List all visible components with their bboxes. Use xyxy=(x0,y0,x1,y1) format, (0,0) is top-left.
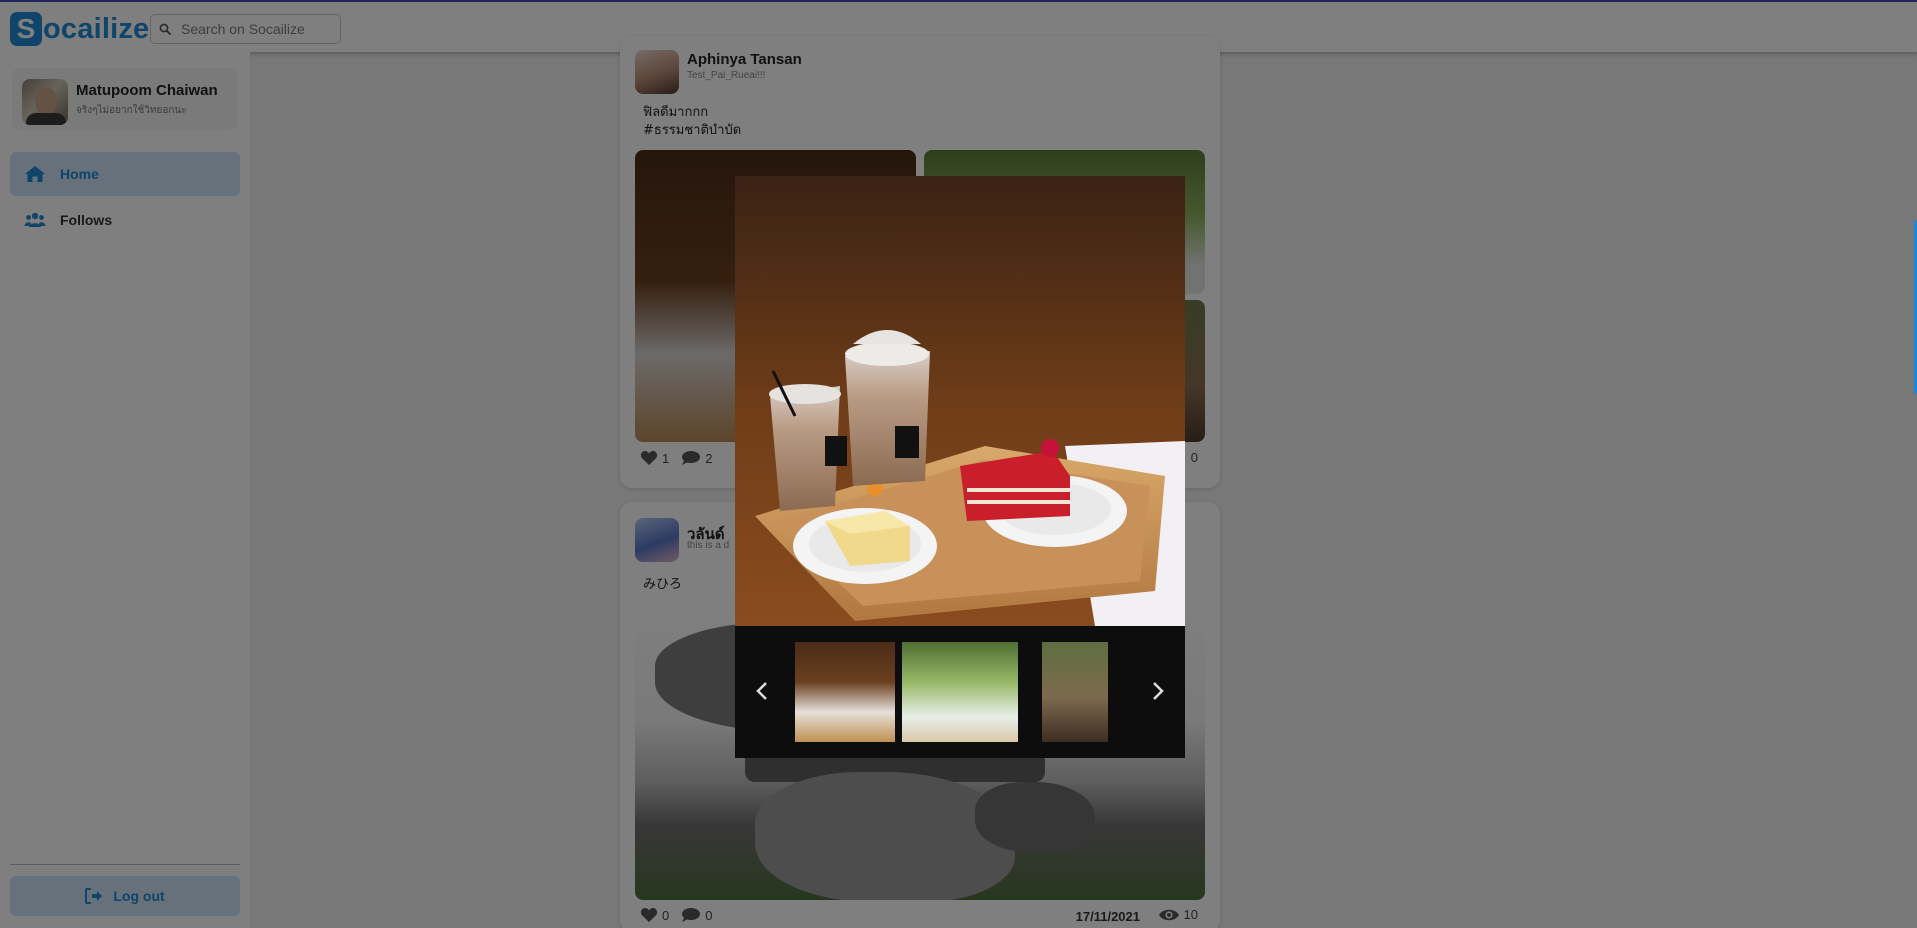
lightbox-thumbnail[interactable] xyxy=(1042,642,1108,742)
lightbox-thumbnail[interactable] xyxy=(795,642,895,742)
lightbox-next-button[interactable] xyxy=(1146,676,1170,706)
lightbox-main-image xyxy=(735,176,1185,626)
lightbox-prev-button[interactable] xyxy=(750,676,774,706)
image-lightbox xyxy=(735,176,1185,758)
chevron-right-icon xyxy=(1153,682,1164,700)
lightbox-thumbnail-strip xyxy=(735,626,1185,758)
lightbox-thumbnail[interactable] xyxy=(902,642,1018,742)
chevron-left-icon xyxy=(756,682,767,700)
